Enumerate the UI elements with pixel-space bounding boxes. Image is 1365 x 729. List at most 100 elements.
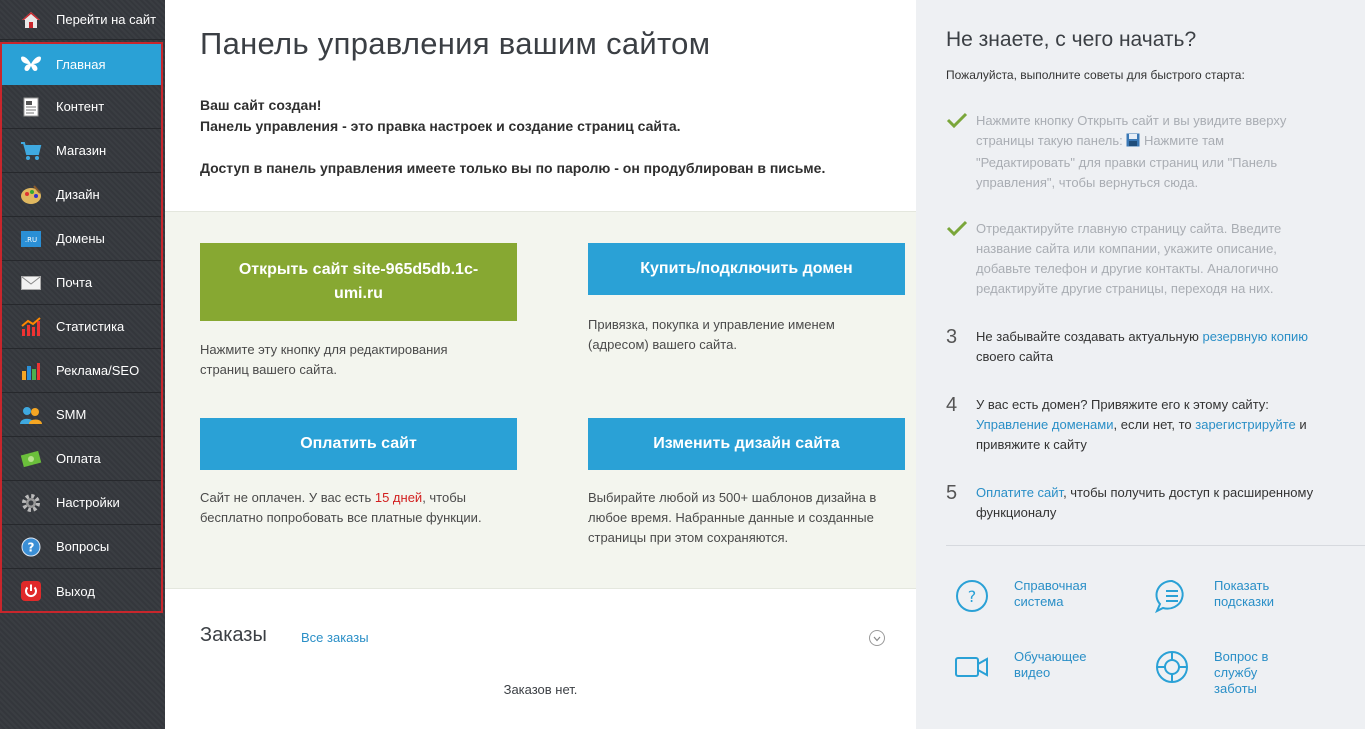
tip-number: 5 (946, 482, 958, 504)
sidebar-item-label: SMM (56, 407, 87, 422)
sidebar-item-domains[interactable]: .RU Домены (2, 217, 161, 261)
panel-title: Не знаете, с чего начать? (946, 28, 1197, 51)
sidebar-item-design[interactable]: Дизайн (2, 173, 161, 217)
divider (946, 545, 1365, 546)
change-design-button[interactable]: Изменить дизайн сайта (588, 418, 905, 470)
sidebar-item-label: Дизайн (56, 187, 100, 202)
panel-subtitle: Пожалуйста, выполните советы для быстрог… (946, 68, 1245, 82)
tip-number: 3 (946, 326, 958, 348)
intro-line: Ваш сайт создан! (200, 97, 322, 113)
intro-text: Ваш сайт создан! Панель управления - это… (200, 95, 825, 179)
money-icon (20, 449, 42, 469)
change-design-description: Выбирайте любой из 500+ шаблонов дизайна… (588, 490, 877, 545)
tip-text-part: У вас есть домен? Привяжите его к этому … (976, 397, 1269, 412)
palette-icon (20, 184, 42, 205)
go-to-site-link[interactable]: Перейти на сайт (0, 0, 165, 40)
help-label: Справочная (1014, 578, 1087, 593)
tip-text: У вас есть домен? Привяжите его к этому … (976, 395, 1326, 455)
people-icon (20, 405, 42, 425)
main-content: Панель управления вашим сайтом Ваш сайт … (165, 0, 916, 729)
show-hints-link[interactable]: Показать подсказки (1154, 578, 1274, 614)
quick-start-panel: Не знаете, с чего начать? Пожалуйста, вы… (916, 0, 1365, 729)
pay-site-button[interactable]: Оплатить сайт (200, 418, 517, 470)
sidebar-item-label: Выход (56, 583, 95, 599)
sidebar-item-label: Главная (56, 56, 106, 72)
tip-text: Отредактируйте главную страницу сайта. В… (976, 221, 1282, 296)
sidebar-item-logout[interactable]: Выход (2, 569, 161, 613)
bar-chart-icon (20, 361, 42, 381)
orders-title: Заказы (200, 624, 267, 646)
all-orders-link[interactable]: Все заказы (301, 630, 369, 645)
sidebar-item-content[interactable]: Контент (2, 85, 161, 129)
sidebar-item-questions[interactable]: ? Вопросы (2, 525, 161, 569)
help-system-link[interactable]: ? Справочная система (954, 578, 1087, 614)
quick-actions: Открыть сайт site-965d5db.1c-umi.ru Нажм… (165, 211, 916, 589)
sidebar-item-payment[interactable]: Оплата (2, 437, 161, 481)
support-question-link[interactable]: Вопрос в службу заботы (1154, 649, 1268, 697)
power-icon (20, 581, 42, 601)
sidebar-item-statistics[interactable]: Статистика (2, 305, 161, 349)
sidebar-item-smm[interactable]: SMM (2, 393, 161, 437)
cart-icon (20, 141, 42, 161)
sidebar: Перейти на сайт Главная Контент Магазин (0, 0, 165, 729)
tip-text-part: своего сайта (976, 349, 1054, 364)
sidebar-item-label: Реклама/SEO (56, 363, 140, 378)
sidebar-item-settings[interactable]: Настройки (2, 481, 161, 525)
tip-text-part: Не забывайте создавать актуальную (976, 329, 1203, 344)
checkmark-icon (946, 111, 968, 135)
intro-line: Доступ в панель управления имеете только… (200, 160, 826, 176)
sidebar-item-label: Контент (56, 99, 105, 114)
svg-text:?: ? (28, 540, 35, 554)
lifebuoy-icon (1154, 649, 1190, 685)
question-icon: ? (20, 537, 42, 557)
help-label: Вопрос в (1214, 649, 1269, 664)
buy-domain-button[interactable]: Купить/подключить домен (588, 243, 905, 295)
chevron-down-icon (873, 629, 881, 647)
register-domain-link[interactable]: зарегистрируйте (1195, 417, 1295, 432)
help-label: видео (1014, 665, 1051, 680)
pay-site-link[interactable]: Оплатите сайт (976, 485, 1063, 500)
sidebar-item-mail[interactable]: Почта (2, 261, 161, 305)
sidebar-item-label: Настройки (56, 495, 120, 510)
ru-domain-icon: .RU (20, 229, 42, 249)
checkmark-icon (946, 219, 968, 243)
sidebar-item-label: Домены (56, 231, 105, 246)
question-circle-icon: ? (954, 578, 990, 614)
collapse-toggle[interactable] (869, 630, 885, 646)
sidebar-item-label: Магазин (56, 143, 107, 158)
stats-icon (20, 316, 42, 337)
help-label: система (1014, 594, 1064, 609)
orders-section: Заказы Все заказы Заказов нет. (165, 590, 916, 729)
pay-desc-text: Сайт не оплачен. У вас есть (200, 490, 375, 505)
svg-text:.RU: .RU (25, 236, 37, 244)
orders-empty-text: Заказов нет. (503, 682, 578, 697)
chat-bubble-icon (1154, 578, 1190, 614)
tip-text: Не забывайте создавать актуальную резерв… (976, 327, 1326, 367)
floppy-icon (1126, 133, 1140, 153)
sidebar-item-label: Вопросы (56, 539, 110, 554)
sidebar-item-shop[interactable]: Магазин (2, 129, 161, 173)
home-icon (20, 10, 42, 30)
backup-link[interactable]: резервную копию (1203, 329, 1309, 344)
tip-text: Оплатите сайт, чтобы получить доступ к р… (976, 483, 1326, 523)
open-site-button[interactable]: Открыть сайт site-965d5db.1c-umi.ru (200, 243, 517, 321)
document-icon (20, 97, 42, 117)
help-label: Обучающее (1014, 649, 1087, 664)
pay-site-description: Сайт не оплачен. У вас есть 15 дней, что… (200, 488, 490, 528)
domain-management-link[interactable]: Управление доменами (976, 417, 1113, 432)
tip-text-part: , если нет, то (1113, 417, 1196, 432)
help-label: подсказки (1214, 594, 1275, 609)
help-label: Показать (1214, 578, 1270, 593)
sidebar-item-label: Оплата (56, 451, 101, 466)
sidebar-item-home[interactable]: Главная (2, 44, 161, 85)
page-title: Панель управления вашим сайтом (200, 26, 711, 61)
training-video-link[interactable]: Обучающее видео (954, 649, 1087, 685)
sidebar-item-seo[interactable]: Реклама/SEO (2, 349, 161, 393)
go-to-site-label: Перейти на сайт (56, 12, 157, 27)
sidebar-menu: Главная Контент Магазин Дизайн .RU Домен… (0, 42, 163, 613)
tip-number: 4 (946, 394, 958, 416)
help-label: службу (1214, 665, 1258, 680)
butterfly-icon (20, 54, 42, 74)
gear-icon (20, 493, 42, 513)
mail-icon (20, 273, 42, 293)
